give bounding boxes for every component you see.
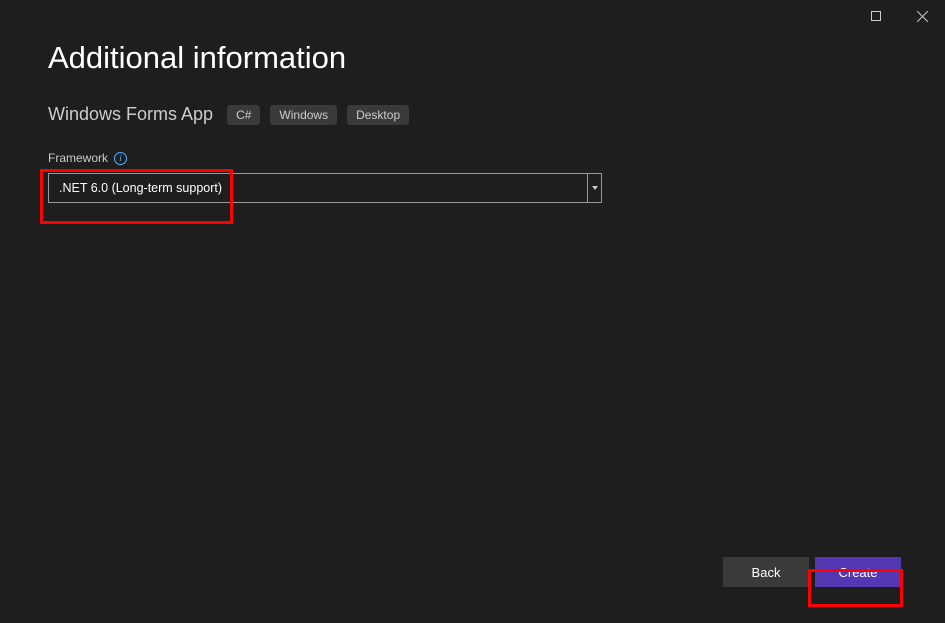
project-name: Windows Forms App [48, 104, 213, 125]
framework-label: Framework [48, 151, 108, 165]
maximize-icon [871, 11, 881, 21]
footer-buttons: Back Create [723, 557, 901, 587]
project-row: Windows Forms App C# Windows Desktop [48, 104, 897, 125]
tag-platform: Windows [270, 105, 337, 125]
info-icon[interactable]: i [114, 152, 127, 165]
close-icon [917, 11, 928, 22]
tag-type: Desktop [347, 105, 409, 125]
main-content: Additional information Windows Forms App… [0, 0, 945, 203]
titlebar [853, 0, 945, 32]
create-button[interactable]: Create [815, 557, 901, 587]
close-button[interactable] [899, 0, 945, 32]
framework-selected-value: .NET 6.0 (Long-term support) [49, 181, 587, 195]
page-title: Additional information [48, 40, 897, 76]
tag-language: C# [227, 105, 260, 125]
maximize-button[interactable] [853, 0, 899, 32]
dropdown-arrow [587, 174, 601, 202]
chevron-down-icon [592, 186, 598, 190]
framework-label-row: Framework i [48, 151, 897, 165]
framework-select-wrapper: .NET 6.0 (Long-term support) [48, 173, 602, 203]
framework-select[interactable]: .NET 6.0 (Long-term support) [48, 173, 602, 203]
back-button[interactable]: Back [723, 557, 809, 587]
